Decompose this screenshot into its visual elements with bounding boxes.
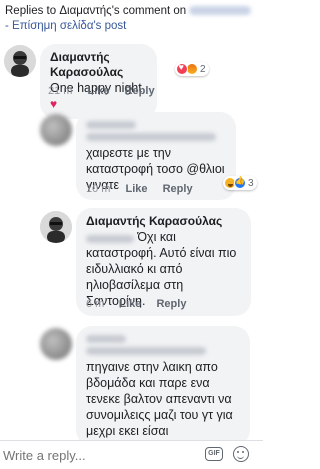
reaction-summary[interactable]: 2 xyxy=(175,62,209,76)
gif-icon[interactable]: GIF xyxy=(205,447,223,461)
avatar[interactable] xyxy=(40,211,72,243)
like-button[interactable]: Like xyxy=(126,183,148,195)
comment-author[interactable]: Διαμαντής Καρασούλας xyxy=(50,50,147,80)
comment-bubble[interactable]: Διαμαντής Καρασούλας One happy night ♥ xyxy=(40,44,157,119)
comment-meta: 6 m Like Reply xyxy=(86,298,198,310)
blurred-author xyxy=(86,121,136,129)
official-page-link[interactable]: Επίσημη σελίδα xyxy=(12,20,93,32)
like-button[interactable]: Like xyxy=(119,298,141,310)
comment-time: 10 m xyxy=(86,183,111,195)
blurred-mention xyxy=(86,234,134,243)
blurred-mention xyxy=(86,347,206,355)
reaction-summary[interactable]: 3 xyxy=(223,176,257,190)
comment-author[interactable]: Διαμαντής Καρασούλας xyxy=(86,214,241,229)
sticker-icon[interactable] xyxy=(233,446,249,462)
like-button[interactable]: Like xyxy=(88,85,110,97)
reply-input[interactable] xyxy=(3,448,179,463)
avatar[interactable] xyxy=(40,114,72,146)
blurred-mention xyxy=(86,133,216,141)
comment-meta: 10 m Like Reply xyxy=(86,183,205,195)
post-suffix: 's post xyxy=(93,20,127,32)
reply-composer: GIF xyxy=(0,440,263,469)
header-prefix: Replies to Διαμαντής's comment on xyxy=(5,5,187,17)
love-reaction-icon xyxy=(176,62,188,75)
blurred-page-name xyxy=(189,6,252,16)
heart-icon: ♥ xyxy=(50,97,58,111)
avatar[interactable] xyxy=(40,328,72,360)
blurred-author xyxy=(86,335,126,343)
comment-time: 6 m xyxy=(86,298,105,310)
reply-button[interactable]: Reply xyxy=(125,85,155,97)
avatar-photo xyxy=(40,211,72,243)
avatar[interactable] xyxy=(4,45,36,77)
replies-header: Replies to Διαμαντής's comment on - Επίσ… xyxy=(5,4,260,34)
comment-bubble[interactable]: πηγαινε στην λαικη απο βδομάδα και παρε … xyxy=(76,326,250,446)
reaction-count: 3 xyxy=(248,177,254,189)
like-reaction-icon xyxy=(234,176,246,189)
comment-meta: 21 m Like Reply xyxy=(48,85,167,97)
reply-button[interactable]: Reply xyxy=(163,183,193,195)
reply-button[interactable]: Reply xyxy=(156,298,186,310)
reaction-count: 2 xyxy=(200,63,206,75)
avatar-photo xyxy=(4,45,36,77)
comment-text: πηγαινε στην λαικη απο βδομάδα και παρε … xyxy=(86,360,233,438)
comment-time: 21 m xyxy=(48,85,73,97)
